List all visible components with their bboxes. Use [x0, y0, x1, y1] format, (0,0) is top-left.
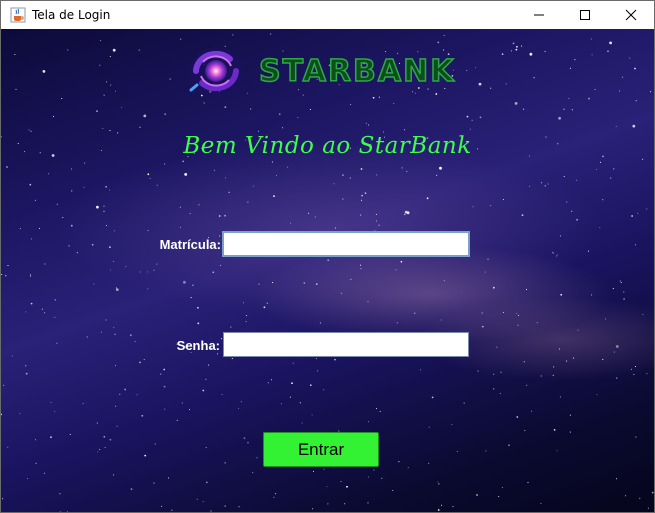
welcome-heading: Bem Vindo ao StarBank [183, 133, 472, 159]
logo-text: STARBANK [258, 53, 456, 90]
galaxy-spiral-icon [189, 47, 242, 95]
minimize-icon [534, 14, 544, 16]
login-window: Tela de Login STARBANK Bem Vindo ao Star… [0, 0, 655, 513]
window-title: Tela de Login [32, 8, 111, 22]
maximize-button[interactable] [562, 1, 608, 29]
entrar-button[interactable]: Entrar [263, 432, 379, 467]
senha-input[interactable] [223, 332, 469, 357]
title-bar: Tela de Login [1, 1, 654, 29]
java-cup-icon [10, 7, 26, 23]
minimize-button[interactable] [516, 1, 562, 29]
matricula-label: Matrícula: [159, 237, 221, 252]
close-button[interactable] [608, 1, 654, 29]
window-controls [516, 1, 654, 29]
login-panel: STARBANK Bem Vindo ao StarBank Matrícula… [1, 29, 654, 512]
close-icon [625, 9, 637, 21]
starbank-logo: STARBANK [183, 42, 456, 100]
matricula-input[interactable] [222, 231, 470, 257]
maximize-icon [580, 10, 590, 20]
senha-label: Senha: [176, 338, 220, 353]
